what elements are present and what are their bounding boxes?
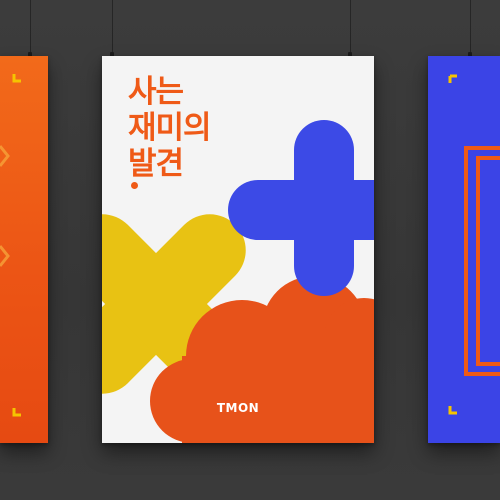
poster-left (0, 56, 48, 443)
poster-scene: 사는 재미의 발견 TMON (0, 0, 500, 500)
poster-headline: 사는 재미의 발견 (128, 74, 212, 189)
headline-line-text: 발견 (128, 146, 184, 182)
hanging-wire (350, 0, 351, 56)
corner-mark-icon (448, 406, 457, 415)
hanging-wire (470, 0, 471, 56)
plus-shape (228, 120, 374, 296)
hanging-wire (112, 0, 113, 56)
right-poster-art (448, 74, 500, 415)
poster-right (428, 56, 500, 443)
period-dot-icon (131, 182, 138, 189)
chevron-right-icon (0, 245, 10, 267)
corner-mark-icon (12, 74, 21, 83)
brand-logo: TMON (216, 401, 260, 415)
headline-line: 발견 (128, 146, 211, 189)
corner-mark-icon (12, 408, 21, 417)
poster-center: 사는 재미의 발견 TMON (102, 56, 374, 443)
headline-line: 재미의 (128, 110, 212, 146)
chevron-right-icon (0, 145, 10, 167)
left-poster-art (0, 74, 21, 417)
headline-line: 사는 (128, 74, 184, 110)
hanging-wire (30, 0, 31, 56)
corner-mark-icon (448, 74, 457, 83)
partial-letter-shape (464, 146, 500, 376)
